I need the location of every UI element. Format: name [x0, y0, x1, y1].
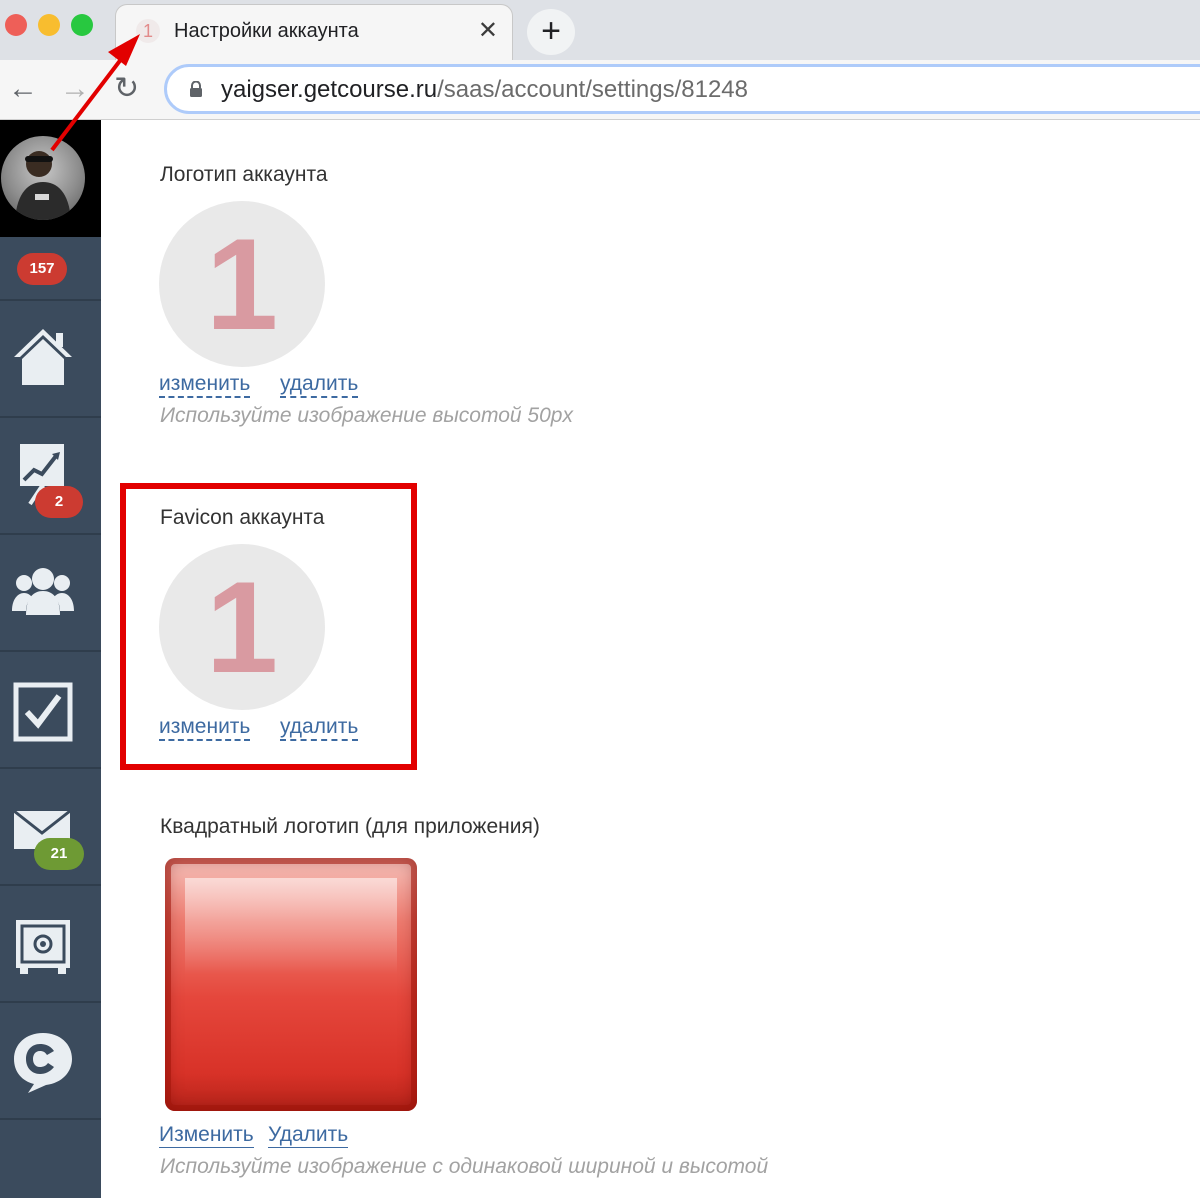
sidebar-item-safe[interactable]	[0, 886, 101, 1003]
sidebar-item-tasks[interactable]	[0, 652, 101, 769]
square-logo-gloss	[185, 878, 397, 1091]
tasks-icon	[13, 682, 73, 742]
lock-icon	[190, 81, 202, 97]
logo-delete-link[interactable]: удалить	[280, 372, 359, 398]
back-arrow-icon[interactable]: ←	[8, 72, 38, 106]
minimize-window-button[interactable]	[38, 14, 60, 36]
favicon-highlight-box	[120, 483, 417, 770]
sidebar-item-mail[interactable]: 21	[0, 769, 101, 886]
square-logo-hint: Используйте изображение с одинаковой шир…	[160, 1155, 769, 1178]
stats-badge: 2	[35, 486, 83, 518]
square-logo-delete-link[interactable]: Удалить	[268, 1123, 349, 1148]
tab-close-icon[interactable]: ✕	[478, 18, 498, 44]
sidebar-item-home[interactable]	[0, 301, 101, 418]
chat-icon	[14, 1033, 72, 1093]
sidebar-item-users[interactable]	[0, 535, 101, 652]
home-icon	[14, 329, 72, 385]
logo-preview-digit: 1	[205, 211, 279, 357]
logo-change-link[interactable]: изменить	[159, 372, 251, 398]
tab-title: Настройки аккаунта	[174, 20, 359, 42]
new-tab-button[interactable]: +	[527, 9, 575, 55]
reload-icon[interactable]: ↻	[114, 72, 139, 106]
square-logo-preview	[165, 858, 417, 1111]
browser-toolbar: ← → ↻ yaigser.getcourse.ru/saas/account/…	[0, 60, 1200, 120]
user-photo-icon	[15, 151, 71, 220]
address-bar[interactable]: yaigser.getcourse.ru/saas/account/settin…	[164, 64, 1200, 114]
users-icon	[12, 568, 74, 615]
logo-preview: 1	[159, 201, 325, 367]
profile-block[interactable]	[0, 120, 101, 237]
notifications-badge: 157	[17, 253, 67, 285]
maximize-window-button[interactable]	[71, 14, 93, 36]
url-path: /saas/account/settings/81248	[437, 76, 748, 103]
url-text: yaigser.getcourse.ru/saas/account/settin…	[221, 76, 748, 104]
avatar[interactable]	[1, 136, 85, 220]
forward-arrow-icon[interactable]: →	[60, 72, 90, 106]
sidebar-item-chat[interactable]	[0, 1003, 101, 1120]
mail-badge: 21	[34, 838, 84, 870]
url-host: yaigser.getcourse.ru	[221, 76, 438, 103]
logo-hint: Используйте изображение высотой 50px	[160, 404, 573, 427]
tab-favicon-icon: 1	[136, 19, 160, 43]
sidebar-item-stats[interactable]: 2	[0, 418, 101, 535]
square-logo-section-title: Квадратный логотип (для приложения)	[160, 815, 540, 838]
logo-section-title: Логотип аккаунта	[160, 163, 328, 186]
notifications-item[interactable]: 157	[0, 237, 101, 301]
browser-tab-strip: 1 Настройки аккаунта ✕ +	[0, 0, 1200, 60]
browser-tab-active[interactable]: 1 Настройки аккаунта ✕	[115, 4, 513, 60]
square-logo-change-link[interactable]: Изменить	[159, 1123, 254, 1148]
close-window-button[interactable]	[5, 14, 27, 36]
left-sidebar: 157 2 21	[0, 120, 101, 1198]
safe-icon	[16, 920, 70, 974]
